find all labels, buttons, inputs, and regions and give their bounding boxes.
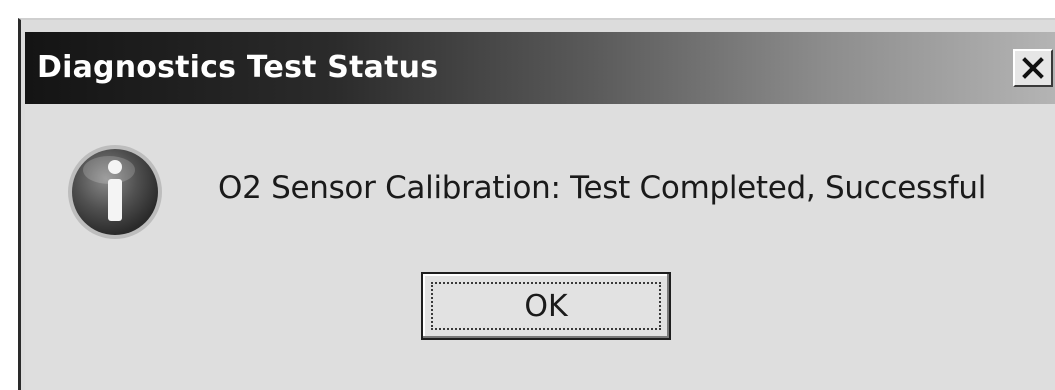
close-icon (1022, 57, 1044, 79)
dialog-body: O2 Sensor Calibration: Test Completed, S… (25, 104, 1055, 390)
close-button[interactable] (1013, 49, 1053, 87)
page: Diagnostics Test Status O2 Sensor Calibr… (0, 0, 1055, 390)
title-bar[interactable]: Diagnostics Test Status (25, 32, 1055, 104)
ok-button-label: OK (524, 288, 568, 324)
dialog-title: Diagnostics Test Status (37, 50, 439, 85)
info-icon (68, 145, 162, 239)
diagnostics-dialog: Diagnostics Test Status O2 Sensor Calibr… (18, 18, 1055, 390)
status-message: O2 Sensor Calibration: Test Completed, S… (218, 170, 987, 206)
ok-button[interactable]: OK (421, 272, 671, 340)
